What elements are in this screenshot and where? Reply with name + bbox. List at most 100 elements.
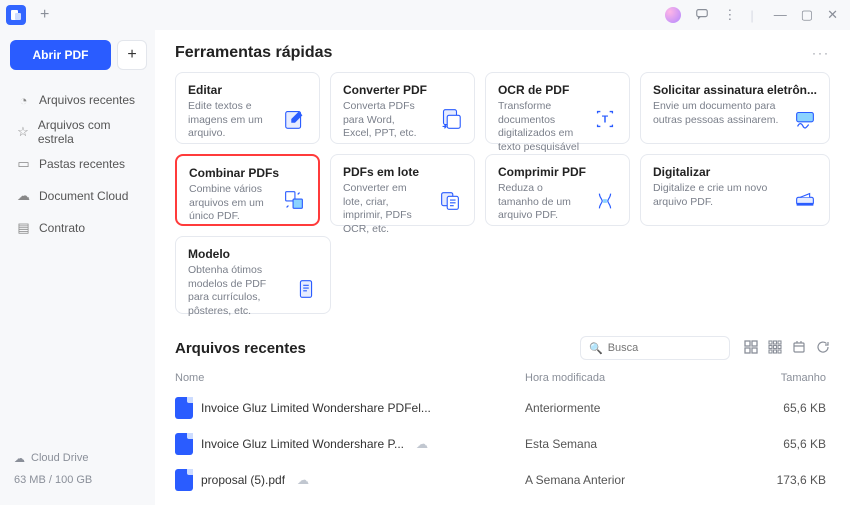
search-icon: 🔍 xyxy=(589,342,603,355)
tool-card-batch[interactable]: PDFs em lote Converter em lote, criar, i… xyxy=(330,154,475,226)
refresh-icon[interactable] xyxy=(816,340,830,357)
card-title: Modelo xyxy=(188,247,318,261)
divider: | xyxy=(750,8,753,23)
sidebar-item-document-cloud[interactable]: ☁ Document Cloud xyxy=(10,180,147,212)
sidebar-item-label: Arquivos recentes xyxy=(39,93,135,107)
file-name: proposal (5).pdf xyxy=(201,473,285,487)
ocr-icon: T xyxy=(591,105,619,133)
avatar[interactable] xyxy=(665,7,681,23)
card-desc: Reduza o tamanho de um arquivo PDF. xyxy=(498,182,581,223)
card-desc: Edite textos e imagens em um arquivo. xyxy=(188,100,271,141)
sidebar-item-label: Document Cloud xyxy=(39,189,128,203)
card-title: Combinar PDFs xyxy=(189,166,306,180)
cloud-sync-icon: ☁ xyxy=(416,437,428,451)
menu-icon[interactable]: ⋮ xyxy=(723,7,736,23)
tool-card-scan[interactable]: Digitalizar Digitalize e crie um novo ar… xyxy=(640,154,830,226)
card-desc: Converter em lote, criar, imprimir, PDFs… xyxy=(343,182,426,237)
file-name: Invoice Gluz Limited Wondershare P... xyxy=(201,437,404,451)
card-desc: Combine vários arquivos em um único PDF. xyxy=(189,183,270,224)
table-row[interactable]: Invoice Gluz Limited Wondershare P... ☁ … xyxy=(175,426,830,462)
sidebar-item-contract[interactable]: ▤ Contrato xyxy=(10,212,147,244)
search-input[interactable] xyxy=(608,342,721,354)
card-title: Digitalizar xyxy=(653,165,817,179)
star-icon: ☆ xyxy=(16,124,30,140)
clock-icon: ◔ xyxy=(16,93,31,108)
card-desc: Converta PDFs para Word, Excel, PPT, etc… xyxy=(343,100,426,141)
sidebar-item-recent-files[interactable]: ◔ Arquivos recentes xyxy=(10,84,147,116)
pdf-file-icon xyxy=(175,397,193,419)
sidebar-bottom: ☁ Cloud Drive 63 MB / 100 GB xyxy=(10,441,147,497)
tool-card-compress[interactable]: Comprimir PDF Reduza o tamanho de um arq… xyxy=(485,154,630,226)
sidebar-item-starred[interactable]: ☆ Arquivos com estrela xyxy=(10,116,147,148)
sidebar-item-label: Contrato xyxy=(39,221,85,235)
close-button[interactable]: ✕ xyxy=(827,7,838,23)
col-modified-header[interactable]: Hora modificada xyxy=(525,372,725,384)
file-name: Invoice Gluz Limited Wondershare PDFel..… xyxy=(201,401,431,415)
file-size: 65,6 KB xyxy=(725,437,830,451)
tool-card-ocr[interactable]: OCR de PDF Transforme documentos digital… xyxy=(485,72,630,144)
card-desc: Digitalize e crie um novo arquivo PDF. xyxy=(653,182,781,209)
tool-card-sign[interactable]: Solicitar assinatura eletrôn... Envie um… xyxy=(640,72,830,144)
pdf-file-icon xyxy=(175,433,193,455)
content: Ferramentas rápidas ··· Editar Edite tex… xyxy=(155,30,850,505)
template-icon xyxy=(292,275,320,303)
file-modified: Anteriormente xyxy=(525,401,725,415)
view-small-grid-icon[interactable] xyxy=(768,340,782,357)
search-box[interactable]: 🔍 xyxy=(580,336,730,360)
sidebar-item-label: Arquivos com estrela xyxy=(38,118,141,146)
card-desc: Envie um documento para outras pessoas a… xyxy=(653,100,781,127)
app-logo xyxy=(6,5,26,25)
minimize-button[interactable]: — xyxy=(774,7,787,23)
cloud-sync-icon: ☁ xyxy=(297,473,309,487)
tool-card-convert[interactable]: Converter PDF Converta PDFs para Word, E… xyxy=(330,72,475,144)
chat-icon[interactable] xyxy=(695,7,709,24)
card-title: Editar xyxy=(188,83,307,97)
sidebar-item-label: Pastas recentes xyxy=(39,157,125,171)
view-calendar-icon[interactable] xyxy=(792,340,806,357)
open-pdf-button[interactable]: Abrir PDF xyxy=(10,40,111,70)
convert-icon xyxy=(436,105,464,133)
tool-card-combine[interactable]: Combinar PDFs Combine vários arquivos em… xyxy=(175,154,320,226)
col-name-header[interactable]: Nome xyxy=(175,372,525,384)
tool-card-edit[interactable]: Editar Edite textos e imagens em um arqu… xyxy=(175,72,320,144)
table-row[interactable]: Invoice Gluz Limited Wondershare PDFel..… xyxy=(175,390,830,426)
col-size-header[interactable]: Tamanho xyxy=(725,372,830,384)
cloud-drive-link[interactable]: ☁ Cloud Drive xyxy=(14,447,143,469)
view-large-grid-icon[interactable] xyxy=(744,340,758,357)
sign-icon xyxy=(791,105,819,133)
quicktools-grid: Editar Edite textos e imagens em um arqu… xyxy=(175,72,830,226)
folder-icon: ▭ xyxy=(16,156,31,172)
sidebar-plus-button[interactable]: + xyxy=(117,40,147,70)
file-size: 65,6 KB xyxy=(725,401,830,415)
scan-icon xyxy=(791,187,819,215)
tool-card-template[interactable]: Modelo Obtenha ótimos modelos de PDF par… xyxy=(175,236,331,314)
sidebar-item-recent-folders[interactable]: ▭ Pastas recentes xyxy=(10,148,147,180)
quicktools-title: Ferramentas rápidas xyxy=(175,44,332,62)
new-tab-button[interactable]: + xyxy=(40,6,49,24)
storage-text: 63 MB / 100 GB xyxy=(14,469,143,491)
card-desc: Obtenha ótimos modelos de PDF para currí… xyxy=(188,264,282,319)
table-row[interactable]: proposal (5).pdf ☁ A Semana Anterior 173… xyxy=(175,462,830,498)
card-title: Solicitar assinatura eletrôn... xyxy=(653,83,817,97)
card-title: PDFs em lote xyxy=(343,165,462,179)
cloud-icon: ☁ xyxy=(14,452,25,465)
combine-icon xyxy=(280,186,308,214)
cloud-icon: ☁ xyxy=(16,188,31,204)
card-title: Comprimir PDF xyxy=(498,165,617,179)
file-modified: A Semana Anterior xyxy=(525,473,725,487)
view-icons xyxy=(744,340,830,357)
cloud-drive-label: Cloud Drive xyxy=(31,452,88,464)
quicktools-more-button[interactable]: ··· xyxy=(812,46,830,60)
batch-icon xyxy=(436,187,464,215)
contract-icon: ▤ xyxy=(16,220,31,236)
maximize-button[interactable]: ▢ xyxy=(801,7,813,23)
titlebar: + ⋮ | — ▢ ✕ xyxy=(0,0,850,30)
recent-header: Arquivos recentes 🔍 xyxy=(175,336,830,360)
quicktools-header: Ferramentas rápidas ··· xyxy=(175,44,830,62)
svg-text:T: T xyxy=(602,115,609,126)
title-icons: ⋮ | — ▢ ✕ xyxy=(665,7,844,24)
edit-icon xyxy=(281,105,309,133)
card-title: Converter PDF xyxy=(343,83,462,97)
table-header: Nome Hora modificada Tamanho xyxy=(175,368,830,390)
recent-title: Arquivos recentes xyxy=(175,340,306,357)
